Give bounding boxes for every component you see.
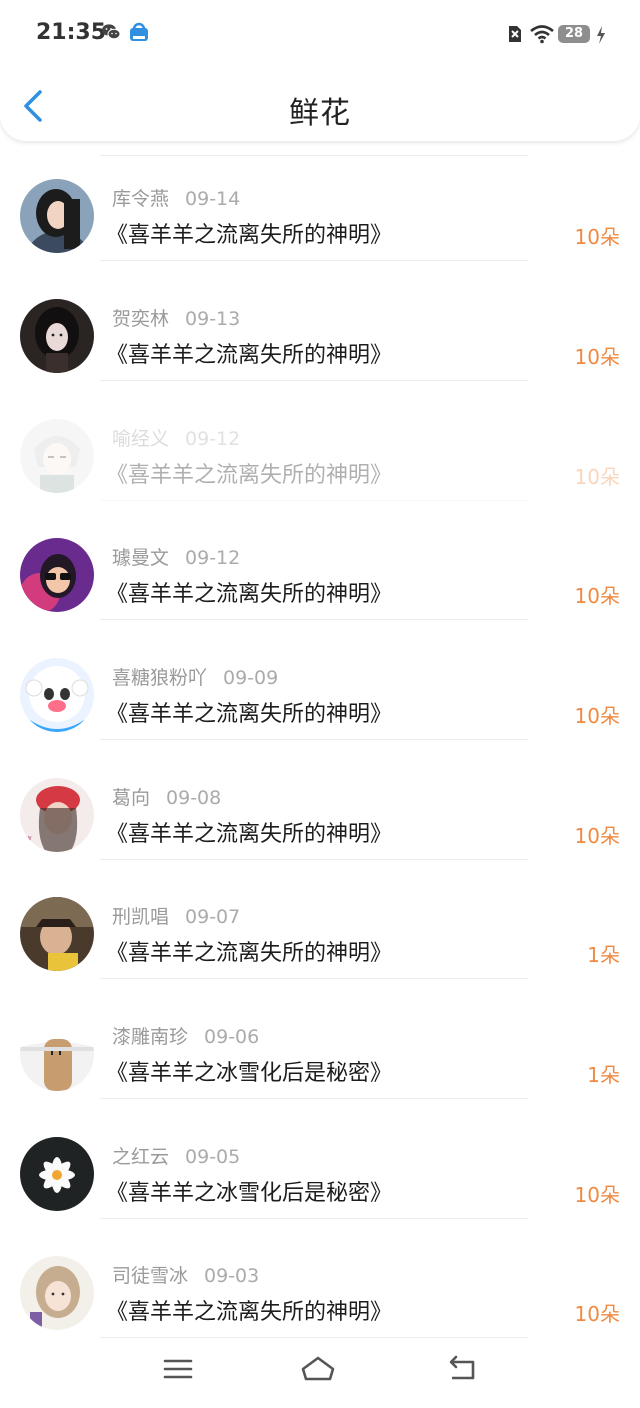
record-meta: 喜糖狼粉吖 09-09	[112, 663, 278, 690]
flower-count: 10朵	[574, 1302, 620, 1326]
book-title: 《喜羊羊之流离失所的神明》	[106, 582, 393, 607]
list-item[interactable]: 璩曼文 09-12 《喜羊羊之流离失所的神明》 10朵	[0, 500, 640, 620]
book-title: 《喜羊羊之流离失所的神明》	[106, 463, 393, 488]
nav-bar: 鲜花	[0, 70, 640, 141]
record-meta: 刑凯唱 09-07	[112, 902, 240, 929]
record-meta: 璩曼文 09-12	[112, 543, 240, 570]
record-meta: 喻经义 09-12	[112, 424, 240, 451]
flower-count: 1朵	[587, 943, 620, 967]
record-meta: 葛向 09-08	[112, 783, 221, 810]
flower-count: 10朵	[574, 465, 620, 489]
book-title: 《喜羊羊之流离失所的神明》	[106, 941, 393, 966]
flower-count: 10朵	[574, 225, 620, 249]
avatar[interactable]	[20, 897, 94, 971]
user-name: 库令燕	[112, 188, 170, 210]
status-time: 21:35	[36, 20, 107, 45]
book-title: 《喜羊羊之流离失所的神明》	[106, 822, 393, 847]
avatar[interactable]	[20, 419, 94, 493]
avatar[interactable]	[20, 1137, 94, 1211]
flower-count: 10朵	[574, 1183, 620, 1207]
record-date: 09-09	[223, 667, 279, 689]
record-date: 09-12	[185, 428, 241, 450]
record-meta: 贺奕林 09-13	[112, 304, 240, 331]
user-name: 漆雕南珍	[112, 1026, 189, 1048]
record-date: 09-07	[185, 906, 241, 928]
list-item[interactable]: 喜糖狼粉吖 09-09 《喜羊羊之流离失所的神明》 10朵	[0, 620, 640, 740]
book-title: 《喜羊羊之流离失所的神明》	[106, 1300, 393, 1325]
divider	[100, 1337, 528, 1338]
list-item[interactable]: 库令燕 09-14 《喜羊羊之流离失所的神明》 10朵	[0, 141, 640, 261]
record-date: 09-06	[204, 1026, 260, 1048]
list-item[interactable]: 刑凯唱 09-07 《喜羊羊之流离失所的神明》 1朵	[0, 859, 640, 979]
flower-count: 10朵	[574, 584, 620, 608]
user-name: 刑凯唱	[112, 906, 170, 928]
record-date: 09-05	[185, 1146, 241, 1168]
list-item[interactable]: 喻经义 09-12 《喜羊羊之流离失所的神明》 10朵	[0, 381, 640, 501]
book-title: 《喜羊羊之冰雪化后是秘密》	[106, 1061, 393, 1086]
flower-count: 1朵	[587, 1063, 620, 1087]
record-meta: 库令燕 09-14	[112, 184, 240, 211]
back-icon[interactable]	[444, 1354, 480, 1384]
list-item[interactable]: 贺奕林 09-13 《喜羊羊之流离失所的神明》 10朵	[0, 261, 640, 381]
wechat-icon	[102, 24, 121, 40]
user-name: 喻经义	[112, 428, 170, 450]
app-notification-icon	[130, 22, 148, 41]
record-date: 09-14	[185, 188, 241, 210]
record-meta: 之红云 09-05	[112, 1142, 240, 1169]
header: 21:35 28 鲜花	[0, 0, 640, 141]
user-name: 贺奕林	[112, 308, 170, 330]
list-item[interactable]: 漆雕南珍 09-06 《喜羊羊之冰雪化后是秘密》 1朵	[0, 979, 640, 1099]
avatar[interactable]: w	[20, 778, 94, 852]
status-bar: 21:35 28	[0, 0, 640, 70]
avatar[interactable]	[20, 1017, 94, 1091]
record-meta: 司徒雪冰 09-03	[112, 1261, 259, 1288]
wifi-icon	[530, 25, 554, 44]
record-date: 09-13	[185, 308, 241, 330]
system-nav-bar	[0, 1340, 640, 1408]
charging-icon	[597, 26, 605, 44]
flower-record-list[interactable]: 库令燕 09-14 《喜羊羊之流离失所的神明》 10朵 贺奕林 09-13 《喜羊羊之流离失…	[0, 141, 640, 1341]
avatar[interactable]	[20, 1256, 94, 1330]
flower-count: 10朵	[574, 345, 620, 369]
user-name: 之红云	[112, 1146, 170, 1168]
user-name: 司徒雪冰	[112, 1265, 189, 1287]
record-meta: 漆雕南珍 09-06	[112, 1022, 259, 1049]
avatar[interactable]	[20, 538, 94, 612]
avatar[interactable]	[20, 299, 94, 373]
battery-level: 28	[564, 26, 584, 41]
battery-indicator: 28	[558, 25, 590, 43]
home-icon[interactable]	[300, 1354, 336, 1384]
list-item[interactable]: 之红云 09-05 《喜羊羊之冰雪化后是秘密》 10朵	[0, 1099, 640, 1219]
book-title: 《喜羊羊之流离失所的神明》	[106, 223, 393, 248]
user-name: 璩曼文	[112, 547, 170, 569]
record-date: 09-03	[204, 1265, 260, 1287]
list-item[interactable]: 司徒雪冰 09-03 《喜羊羊之流离失所的神明》 10朵	[0, 1218, 640, 1338]
book-title: 《喜羊羊之流离失所的神明》	[106, 343, 393, 368]
flower-count: 10朵	[574, 704, 620, 728]
page-title: 鲜花	[289, 96, 351, 131]
user-name: 葛向	[112, 787, 151, 809]
record-date: 09-08	[166, 787, 222, 809]
avatar[interactable]	[20, 179, 94, 253]
avatar[interactable]	[20, 658, 94, 732]
list-item[interactable]: w 葛向 09-08 《喜羊羊之流离失所的神明》 10朵	[0, 740, 640, 860]
record-date: 09-12	[185, 547, 241, 569]
flower-records-screen: 21:35 28 鲜花 库令燕 09-14 《喜羊羊之流离失所的神明》 10朵 …	[0, 0, 640, 1408]
menu-icon[interactable]	[160, 1354, 196, 1384]
svg-text:w: w	[26, 834, 32, 842]
no-sim-icon	[509, 26, 521, 42]
flower-count: 10朵	[574, 824, 620, 848]
book-title: 《喜羊羊之冰雪化后是秘密》	[106, 1181, 393, 1206]
book-title: 《喜羊羊之流离失所的神明》	[106, 702, 393, 727]
user-name: 喜糖狼粉吖	[112, 667, 208, 689]
